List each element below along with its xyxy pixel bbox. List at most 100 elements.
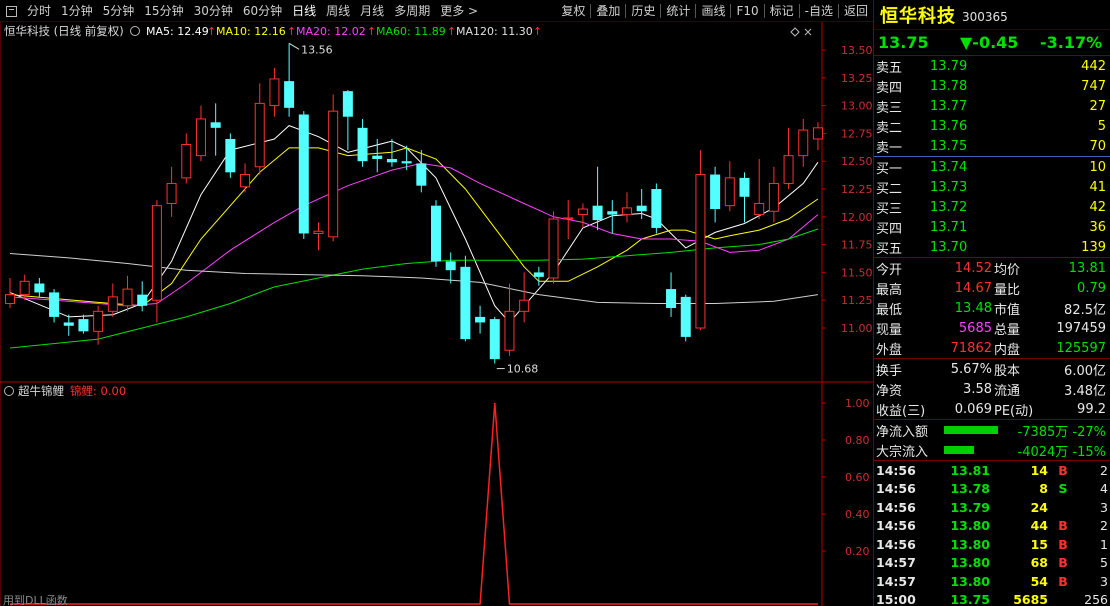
tool-button[interactable]: 标记 — [765, 0, 799, 22]
tick-row[interactable]: 14:57 13.80 68 B 5 — [874, 554, 1110, 573]
period-tab[interactable]: 日线 — [287, 0, 321, 22]
tick-row[interactable]: 14:56 13.80 44 B 2 — [874, 517, 1110, 536]
period-tab[interactable]: 分时 — [22, 0, 56, 22]
tool-button[interactable]: 返回 — [839, 0, 873, 22]
y-tick-label: 12.50 — [841, 155, 873, 168]
candle-body-down — [431, 205, 442, 262]
tool-button[interactable]: 复权 — [556, 0, 590, 22]
home-icon[interactable] — [6, 5, 17, 17]
tick-volume: 14 — [1030, 462, 1048, 478]
ask-row: 卖一 13.75 70 — [874, 136, 1110, 156]
candle-body-up — [798, 129, 809, 157]
tool-button[interactable]: 历史 — [626, 0, 660, 22]
stat-row: 换手 5.67% 股本 6.00亿 — [874, 359, 1110, 379]
period-tab[interactable]: 更多 > — [435, 0, 483, 22]
period-tab[interactable]: 1分钟 — [56, 0, 98, 22]
tick-row[interactable]: 15:00 13.75 5685 256 — [874, 591, 1110, 606]
high-pointer — [288, 42, 300, 50]
ask-row: 卖三 13.77 27 — [874, 96, 1110, 116]
tick-row[interactable]: 14:56 13.78 8 S 4 — [874, 480, 1110, 499]
fundamental-stats: 换手 5.67% 股本 6.00亿 净资 3.58 流通 3.48亿 收益(三) 0.069 PE(… — [874, 359, 1110, 419]
tick-count: 5 — [1100, 555, 1108, 571]
kline-chart[interactable]: 13.50 13.25 13.00 12.75 12.50 12.25 12.00 11.75… — [0, 22, 873, 606]
stat-value: 6.00亿 — [1064, 363, 1106, 379]
ask-book: 卖五 13.79 442 卖四 13.78 747 卖三 13.77 27 卖二 13.76 5 卖一 1… — [874, 56, 1110, 156]
level-price: 13.71 — [930, 219, 968, 235]
stat-row: 净资 3.58 流通 3.48亿 — [874, 379, 1110, 399]
stock-name: 恒华科技 — [880, 5, 956, 27]
level-label: 卖三 — [876, 100, 903, 116]
bid-row: 买四 13.71 36 — [874, 217, 1110, 237]
level-price: 13.73 — [930, 179, 968, 195]
level-volume: 747 — [1081, 78, 1106, 94]
flow-label: 净流入额 — [876, 424, 929, 440]
candle-body-up — [548, 218, 559, 279]
y-tick-label: 13.00 — [841, 100, 873, 113]
stat-key: 最低 — [876, 302, 903, 318]
candle-body-up — [254, 102, 265, 168]
period-tab[interactable]: 30分钟 — [189, 0, 238, 22]
indicator-value: 锦鲤: 0.00 — [70, 384, 126, 398]
stat-value: 14.67 — [954, 280, 992, 296]
period-tab[interactable]: 5分钟 — [98, 0, 140, 22]
y-tick-label: 0.40 — [845, 508, 870, 521]
up-arrow-icon: ↑ — [207, 25, 216, 38]
candle-body-down — [636, 205, 647, 212]
tick-time: 15:00 — [876, 592, 916, 606]
stat-key: 股本 — [994, 363, 1021, 379]
tick-price: 13.78 — [950, 481, 990, 497]
flow-row: 大宗流入 -4024万 -15% — [874, 440, 1110, 460]
period-tab[interactable]: 多周期 — [389, 0, 435, 22]
stock-header: 恒华科技 300365 — [874, 0, 1110, 30]
ma-label: MA20: 12.02 — [296, 25, 366, 38]
level-volume: 10 — [1089, 159, 1106, 175]
tool-button[interactable]: 叠加 — [591, 0, 625, 22]
level-label: 买三 — [876, 201, 903, 217]
period-tab[interactable]: 15分钟 — [139, 0, 188, 22]
stat-value: 13.81 — [1068, 260, 1106, 276]
candle-body-up — [754, 202, 765, 216]
candle-body-up — [812, 127, 823, 140]
period-tabs: 分时 1分钟 5分钟 15分钟 30分钟 60分钟 日线 周线 月线 多周期 更多 > — [0, 0, 483, 22]
up-arrow-icon: ↑ — [533, 25, 542, 38]
level-label: 买五 — [876, 241, 903, 257]
tick-volume: 8 — [1039, 481, 1048, 497]
tick-list[interactable]: 14:56 13.81 14 B 2 14:56 13.78 8 S 4 14:56 13.79 24 3… — [874, 461, 1110, 606]
level-price: 13.76 — [930, 118, 968, 134]
period-tab[interactable]: 60分钟 — [238, 0, 287, 22]
candle-body-up — [724, 177, 735, 207]
y-tick-label: 1.00 — [845, 397, 870, 410]
candle-body-up — [240, 174, 251, 188]
tick-count: 4 — [1100, 481, 1108, 497]
candle-body-down — [460, 266, 471, 340]
candle-body-down — [357, 127, 368, 162]
chart-area[interactable]: 13.50 13.25 13.00 12.75 12.50 12.25 12.00 11.75… — [0, 22, 873, 606]
tick-row[interactable]: 14:56 13.79 24 3 — [874, 498, 1110, 517]
tool-button[interactable]: 画线 — [696, 0, 730, 22]
y-tick-label: 11.50 — [841, 266, 873, 279]
quote-stats: 今开 14.52 均价 13.81 最高 14.67 量比 0.79 最低 13.48 市值 82.5… — [874, 258, 1110, 358]
tick-volume: 68 — [1030, 555, 1048, 571]
level-price: 13.77 — [930, 98, 968, 114]
stat-key: 总量 — [994, 322, 1021, 338]
candle-body-down — [210, 122, 221, 128]
tick-row[interactable]: 14:57 13.80 54 B 3 — [874, 572, 1110, 591]
stat-key: 现量 — [876, 322, 903, 338]
stat-key: 净资 — [876, 383, 903, 399]
tick-time: 14:57 — [876, 555, 916, 571]
level-price: 13.72 — [930, 199, 968, 215]
stat-value: 0.069 — [954, 401, 992, 417]
candle-body-up — [577, 208, 588, 216]
period-tab[interactable]: 周线 — [321, 0, 355, 22]
stat-value: 125597 — [1056, 340, 1106, 356]
tick-row[interactable]: 14:56 13.81 14 B 2 — [874, 461, 1110, 480]
tool-button[interactable]: F10 — [731, 0, 763, 22]
tool-button[interactable]: 统计 — [661, 0, 695, 22]
tick-row[interactable]: 14:56 13.80 15 B 1 — [874, 535, 1110, 554]
tick-time: 14:56 — [876, 462, 916, 478]
level-label: 卖一 — [876, 140, 903, 156]
candle-body-down — [416, 163, 427, 186]
tool-button[interactable]: -自选 — [800, 0, 838, 22]
period-tab[interactable]: 月线 — [355, 0, 389, 22]
tick-volume: 15 — [1030, 536, 1048, 552]
